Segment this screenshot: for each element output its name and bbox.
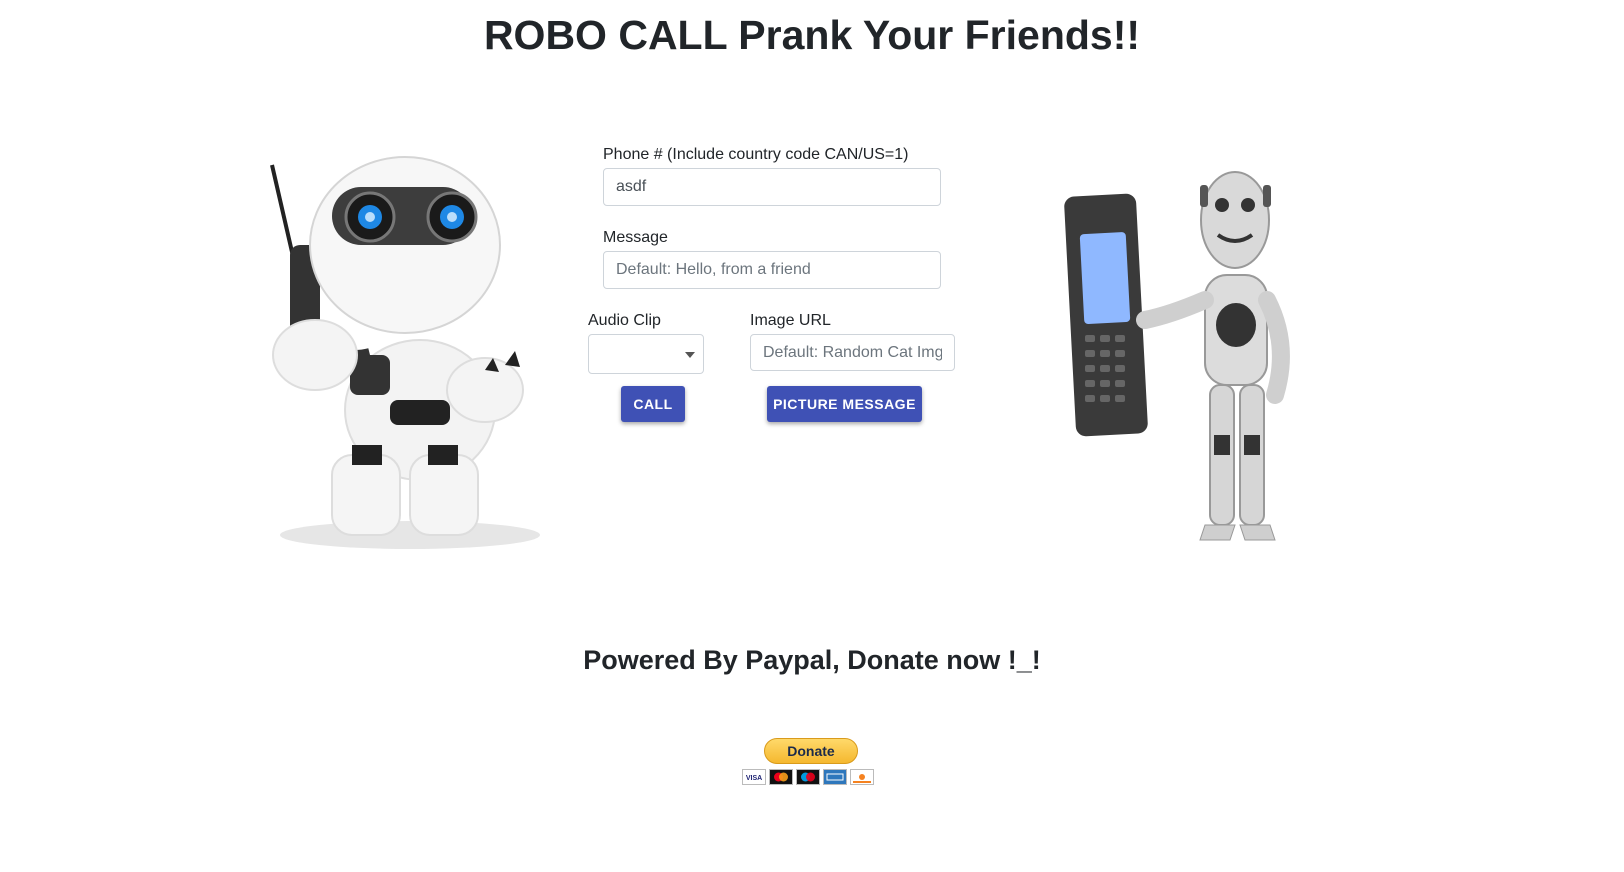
picture-message-button[interactable]: PICTURE MESSAGE <box>767 386 922 422</box>
page-title: ROBO CALL Prank Your Friends!! <box>483 12 1141 58</box>
donate-heading: Powered By Paypal, Donate now !_! <box>583 645 1041 675</box>
message-input[interactable] <box>603 251 941 289</box>
robot-holding-phone-image <box>1064 171 1290 541</box>
phone-input[interactable] <box>603 168 941 206</box>
maestro-card-icon <box>796 769 820 785</box>
payment-cards: VISA <box>742 769 874 785</box>
visa-card-icon: VISA <box>742 769 766 785</box>
svg-text:VISA: VISA <box>746 775 762 782</box>
mastercard-icon <box>769 769 793 785</box>
call-button[interactable]: CALL <box>621 386 685 422</box>
chevron-down-icon <box>685 352 695 358</box>
robot-talking-on-phone-image <box>270 156 540 549</box>
image-url-label: Image URL <box>750 312 831 329</box>
paypal-donate-button[interactable]: Donate <box>764 738 858 764</box>
audio-clip-select[interactable] <box>588 334 704 374</box>
amex-card-icon <box>823 769 847 785</box>
discover-card-icon <box>850 769 874 785</box>
phone-label: Phone # (Include country code CAN/US=1) <box>603 146 909 163</box>
message-label: Message <box>603 229 668 246</box>
audio-clip-label: Audio Clip <box>588 312 661 329</box>
image-url-input[interactable] <box>750 334 955 371</box>
